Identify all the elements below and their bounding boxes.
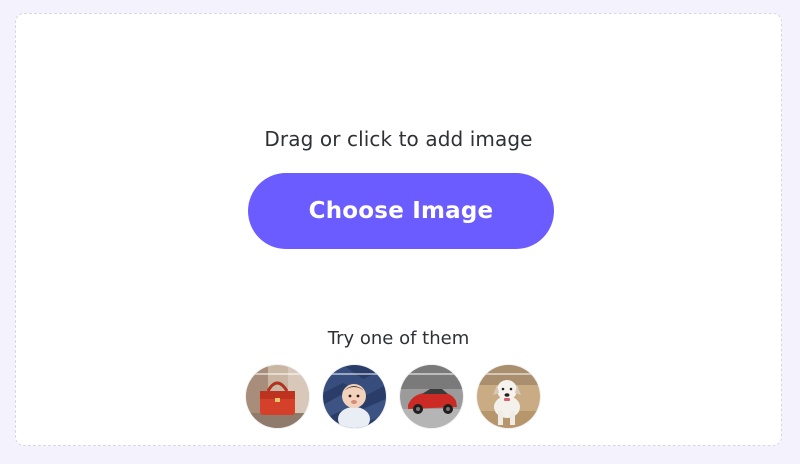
sample-image-dog[interactable] xyxy=(477,365,540,428)
sample-image-handbag[interactable] xyxy=(246,365,309,428)
samples-label: Try one of them xyxy=(327,328,470,349)
page: Drag or click to add image Choose Image … xyxy=(0,0,800,464)
sample-images xyxy=(246,365,541,429)
image-dropzone[interactable]: Drag or click to add image Choose Image … xyxy=(15,13,782,446)
handbag-image xyxy=(246,365,309,428)
dog-image xyxy=(477,365,540,428)
dropzone-hint: Drag or click to add image xyxy=(264,127,533,151)
sample-image-car[interactable] xyxy=(400,365,463,428)
baby-image xyxy=(323,365,386,428)
sample-image-baby[interactable] xyxy=(323,365,386,428)
choose-image-button[interactable]: Choose Image xyxy=(248,173,554,249)
car-image xyxy=(400,365,463,428)
